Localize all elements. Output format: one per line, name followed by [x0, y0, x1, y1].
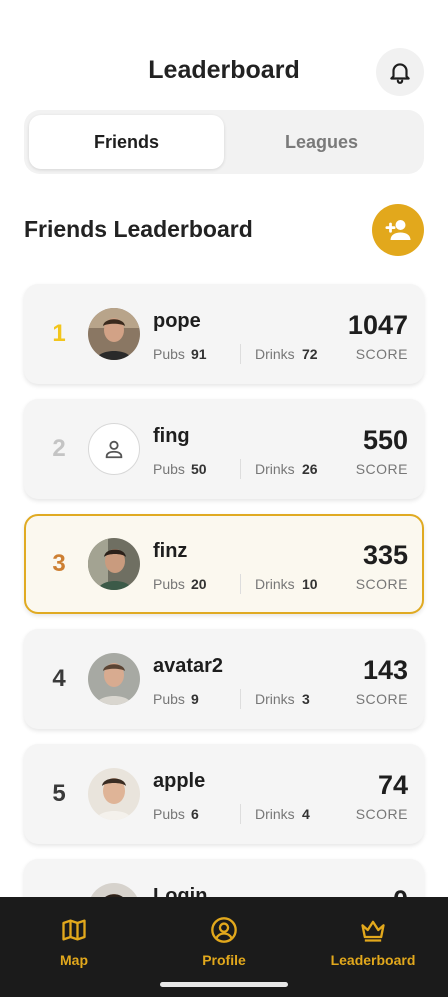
nav-map[interactable]: Map	[4, 915, 144, 968]
map-icon	[62, 919, 86, 941]
avatar	[88, 423, 140, 475]
drinks-value: 3	[302, 691, 310, 707]
drinks-label: Drinks	[255, 806, 295, 822]
home-indicator	[160, 982, 288, 987]
leaderboard-row[interactable]: 2 fing Pubs 50 Drinks 26 550 SCORE	[24, 399, 424, 499]
drinks-label: Drinks	[255, 461, 295, 477]
score-value: 550	[362, 425, 408, 455]
score-value: 143	[362, 655, 408, 685]
notifications-button[interactable]	[376, 48, 424, 96]
stat-divider	[240, 459, 241, 479]
username: avatar2	[153, 655, 224, 677]
username: fing	[153, 425, 190, 447]
segmented-tabs: Friends Leagues	[24, 110, 424, 174]
score-label: SCORE	[355, 461, 408, 477]
nav-leaderboard[interactable]: Leaderboard	[303, 915, 443, 968]
pubs-value: 6	[191, 806, 199, 822]
avatar	[88, 308, 140, 360]
pubs-value: 20	[191, 576, 207, 592]
pubs-label: Pubs	[153, 461, 185, 477]
avatar	[88, 538, 140, 590]
pubs-value: 9	[191, 691, 199, 707]
stat-divider	[240, 574, 241, 594]
score-value: 74	[377, 770, 408, 800]
score-value: 1047	[347, 310, 408, 340]
tab-friends[interactable]: Friends	[29, 115, 224, 169]
stat-divider	[240, 689, 241, 709]
section-title: Friends Leaderboard	[24, 216, 253, 242]
pubs-value: 50	[191, 461, 207, 477]
profile-icon	[211, 917, 237, 943]
nav-leaderboard-label: Leaderboard	[330, 952, 416, 968]
rank: 3	[52, 550, 66, 577]
drinks-label: Drinks	[255, 346, 295, 362]
rank: 2	[52, 435, 66, 462]
stat-divider	[240, 804, 241, 824]
tab-leagues[interactable]: Leagues	[224, 115, 419, 169]
nav-profile-label: Profile	[202, 952, 246, 968]
avatar	[88, 768, 140, 820]
score-label: SCORE	[355, 691, 408, 707]
pubs-label: Pubs	[153, 576, 185, 592]
drinks-value: 72	[302, 346, 318, 362]
leaderboard-row-current-user[interactable]: 3 finz Pubs 20 Drinks 10 335 SCORE	[24, 514, 424, 614]
bell-icon	[390, 63, 410, 84]
rank: 5	[52, 780, 66, 807]
stat-divider	[240, 344, 241, 364]
drinks-label: Drinks	[255, 576, 295, 592]
leaderboard-row[interactable]: 5 apple Pubs 6 Drinks 4 74 SCORE	[24, 744, 424, 844]
add-friend-button[interactable]	[372, 204, 424, 256]
pubs-value: 91	[191, 346, 207, 362]
avatar	[88, 653, 140, 705]
add-friend-icon	[385, 220, 411, 240]
drinks-label: Drinks	[255, 691, 295, 707]
drinks-value: 10	[302, 576, 318, 592]
leaderboard-row[interactable]: 4 avatar2 Pubs 9 Drinks 3 143 SCORE	[24, 629, 424, 729]
pubs-label: Pubs	[153, 691, 185, 707]
score-label: SCORE	[355, 806, 408, 822]
rank: 4	[52, 665, 66, 692]
header: Leaderboard	[0, 48, 448, 98]
score-label: SCORE	[355, 346, 408, 362]
rank: 1	[52, 320, 66, 347]
username: pope	[153, 310, 201, 332]
nav-map-label: Map	[60, 952, 88, 968]
person-icon	[105, 440, 123, 459]
pubs-label: Pubs	[153, 806, 185, 822]
score-value: 335	[362, 540, 408, 570]
crown-icon	[361, 920, 385, 942]
leaderboard-row[interactable]: 1 pope Pubs 91 Drinks 72 1047 SCORE	[24, 284, 424, 384]
drinks-value: 26	[302, 461, 318, 477]
username: finz	[153, 540, 188, 562]
pubs-label: Pubs	[153, 346, 185, 362]
drinks-value: 4	[302, 806, 310, 822]
nav-profile[interactable]: Profile	[154, 915, 294, 968]
score-label: SCORE	[355, 576, 408, 592]
username: apple	[153, 770, 206, 792]
